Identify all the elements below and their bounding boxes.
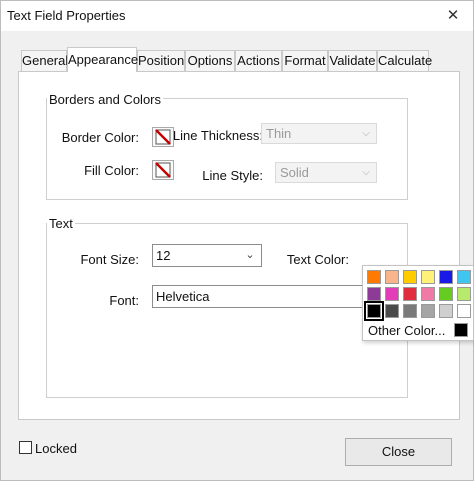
- color-swatch-option[interactable]: [385, 287, 399, 301]
- chevron-down-icon: ⌵: [362, 167, 370, 178]
- locked-label: Locked: [35, 441, 77, 456]
- text-group-label: Text: [47, 216, 75, 231]
- color-swatch-option[interactable]: [385, 270, 399, 284]
- tab-calculate[interactable]: Calculate: [377, 50, 432, 71]
- color-swatch-option[interactable]: [439, 270, 453, 284]
- color-swatch-option[interactable]: [439, 304, 453, 318]
- line-thickness-value: Thin: [266, 126, 292, 141]
- tab-format[interactable]: Format: [282, 50, 328, 71]
- color-swatch-option[interactable]: [403, 287, 417, 301]
- font-select[interactable]: Helvetica: [152, 285, 367, 308]
- locked-checkbox[interactable]: [19, 441, 32, 454]
- font-size-label: Font Size:: [80, 252, 139, 267]
- color-palette-popup: Other Color...: [362, 265, 474, 341]
- title-bar: Text Field Properties ✕: [1, 1, 473, 31]
- fill-color-button[interactable]: [152, 160, 174, 180]
- color-swatch-option[interactable]: [364, 301, 384, 321]
- color-swatch-option[interactable]: [421, 287, 435, 301]
- color-swatch-option[interactable]: [403, 270, 417, 284]
- close-window-icon[interactable]: ✕: [439, 5, 467, 27]
- color-swatch-option[interactable]: [439, 287, 453, 301]
- chevron-down-icon: ⌵: [362, 128, 370, 139]
- tab-general[interactable]: General: [21, 50, 68, 71]
- border-color-label: Border Color:: [61, 130, 139, 145]
- chevron-down-icon: ⌄: [245, 249, 255, 261]
- tab-validate[interactable]: Validate: [328, 50, 377, 71]
- other-color-option[interactable]: Other Color...: [368, 323, 445, 338]
- color-swatch-option[interactable]: [367, 287, 381, 301]
- tab-position[interactable]: Position: [137, 50, 185, 71]
- tab-appearance[interactable]: Appearance: [67, 47, 138, 72]
- borders-colors-group-label: Borders and Colors: [47, 92, 163, 107]
- no-color-icon: [155, 129, 171, 145]
- font-size-value: 12: [156, 248, 171, 263]
- other-color-swatch[interactable]: [454, 323, 468, 337]
- close-button[interactable]: Close: [345, 438, 452, 466]
- line-style-value: Solid: [280, 165, 309, 180]
- line-thickness-label: Line Thickness:: [172, 128, 263, 143]
- tab-actions[interactable]: Actions: [235, 50, 282, 71]
- color-swatch-option[interactable]: [367, 270, 381, 284]
- dialog-window: Text Field Properties ✕ General Appearan…: [0, 0, 474, 481]
- color-swatch-option[interactable]: [457, 270, 471, 284]
- font-size-select[interactable]: 12 ⌄: [152, 244, 262, 267]
- font-value: Helvetica: [156, 289, 210, 304]
- color-swatch-option[interactable]: [385, 304, 399, 318]
- line-thickness-select[interactable]: Thin ⌵: [261, 123, 377, 144]
- window-title: Text Field Properties: [7, 8, 126, 23]
- line-style-select[interactable]: Solid ⌵: [275, 162, 377, 183]
- color-swatch-option[interactable]: [457, 304, 471, 318]
- color-swatch-option[interactable]: [457, 287, 471, 301]
- fill-color-label: Fill Color:: [84, 163, 139, 178]
- color-swatch-option[interactable]: [421, 304, 435, 318]
- line-style-label: Line Style:: [202, 168, 263, 183]
- no-color-icon: [155, 162, 171, 178]
- color-swatch-option[interactable]: [421, 270, 435, 284]
- text-color-label: Text Color:: [286, 252, 349, 267]
- color-swatch-option[interactable]: [403, 304, 417, 318]
- appearance-tab-panel: Borders and Colors Border Color: Fill Co…: [18, 71, 460, 420]
- tab-options[interactable]: Options: [185, 50, 235, 71]
- borders-colors-group: [46, 98, 408, 200]
- font-label: Font:: [109, 293, 139, 308]
